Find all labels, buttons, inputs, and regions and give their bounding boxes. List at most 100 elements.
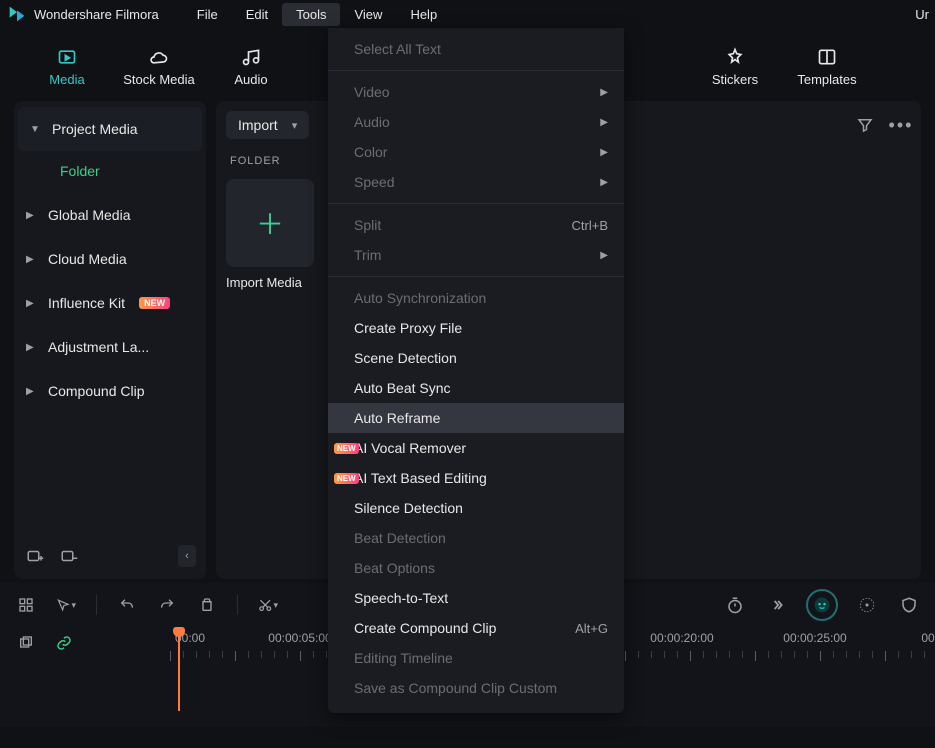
sidebar-item-project-media[interactable]: ▼ Project Media bbox=[18, 107, 202, 151]
sidebar-collapse-button[interactable]: ‹ bbox=[178, 545, 196, 567]
expand-icon[interactable] bbox=[767, 595, 787, 615]
menu-item-speech-to-text[interactable]: Speech-to-Text bbox=[328, 583, 624, 613]
redo-icon[interactable] bbox=[157, 595, 177, 615]
chevron-right-icon: ▶ bbox=[600, 87, 608, 98]
menu-item-label: Auto Reframe bbox=[354, 410, 440, 426]
chevron-right-icon: ▶ bbox=[600, 250, 608, 261]
menu-item-label: Audio bbox=[354, 114, 390, 130]
menu-item-ai-text-based-editing[interactable]: NEWAI Text Based Editing bbox=[328, 463, 624, 493]
menu-item-scene-detection[interactable]: Scene Detection bbox=[328, 343, 624, 373]
menu-item-label: Speed bbox=[354, 174, 394, 190]
menu-item-select-all-text: Select All Text bbox=[328, 34, 624, 64]
new-badge: NEW bbox=[139, 297, 170, 309]
sidebar-subitem-folder[interactable]: Folder bbox=[14, 153, 206, 193]
menu-item-beat-options: Beat Options bbox=[328, 553, 624, 583]
import-media-tile[interactable]: ＋ bbox=[226, 179, 314, 267]
menu-view[interactable]: View bbox=[340, 3, 396, 26]
sidebar-item-label: Cloud Media bbox=[48, 251, 127, 267]
menu-item-auto-beat-sync[interactable]: Auto Beat Sync bbox=[328, 373, 624, 403]
plus-icon: ＋ bbox=[256, 203, 284, 243]
menu-item-silence-detection[interactable]: Silence Detection bbox=[328, 493, 624, 523]
sidebar: ▼ Project Media Folder ▶ Global Media ▶ Cloud … bbox=[14, 101, 206, 579]
ruler-label: 00:00:25:00 bbox=[783, 631, 846, 645]
chevron-right-icon: ▶ bbox=[26, 210, 38, 221]
ruler-label: 00 bbox=[921, 631, 934, 645]
menu-item-ai-vocal-remover[interactable]: NEWAI Vocal Remover bbox=[328, 433, 624, 463]
menu-item-editing-timeline: Editing Timeline bbox=[328, 643, 624, 673]
chevron-right-icon: ▶ bbox=[26, 254, 38, 265]
menu-item-video: Video ▶ bbox=[328, 77, 624, 107]
sidebar-item-cloud-media[interactable]: ▶ Cloud Media bbox=[14, 237, 206, 281]
sidebar-item-compound-clip[interactable]: ▶Compound Clip bbox=[14, 369, 206, 413]
menu-item-auto-reframe[interactable]: Auto Reframe bbox=[328, 403, 624, 433]
new-badge: NEW bbox=[334, 443, 359, 454]
stickers-icon bbox=[722, 46, 748, 68]
menu-item-label: Video bbox=[354, 84, 390, 100]
ruler-label: 00:00:05:00 bbox=[268, 631, 331, 645]
menu-item-label: Auto Synchronization bbox=[354, 290, 486, 306]
delete-icon[interactable] bbox=[197, 595, 217, 615]
tooltab-audio[interactable]: Audio bbox=[214, 40, 288, 93]
sidebar-item-adjustment-la-[interactable]: ▶Adjustment La... bbox=[14, 325, 206, 369]
sidebar-item-label: Global Media bbox=[48, 207, 131, 223]
menu-item-label: AI Text Based Editing bbox=[354, 470, 487, 486]
menu-item-trim: Trim▶ bbox=[328, 240, 624, 270]
tooltab-templates[interactable]: Templates bbox=[790, 40, 864, 93]
templates-icon bbox=[814, 46, 840, 68]
chevron-right-icon: ▶ bbox=[600, 177, 608, 188]
menu-item-label: Speech-to-Text bbox=[354, 590, 448, 606]
sidebar-bottom: ‹ bbox=[14, 537, 206, 575]
menu-tools[interactable]: Tools bbox=[282, 3, 340, 26]
chevron-down-icon: ▾ bbox=[292, 119, 298, 132]
ai-assistant-icon[interactable] bbox=[809, 592, 835, 618]
toolbar-divider bbox=[237, 595, 238, 615]
menu-item-auto-synchronization: Auto Synchronization bbox=[328, 283, 624, 313]
menu-item-label: Scene Detection bbox=[354, 350, 457, 366]
tooltab-label: Audio bbox=[234, 72, 267, 87]
menu-item-label: Split bbox=[354, 217, 381, 233]
tooltab-stock-media[interactable]: Stock Media bbox=[122, 40, 196, 93]
menu-item-label: Editing Timeline bbox=[354, 650, 453, 666]
sidebar-item-label: Project Media bbox=[52, 121, 138, 137]
menu-help[interactable]: Help bbox=[396, 3, 451, 26]
menu-bar: FileEditToolsViewHelp bbox=[183, 3, 451, 26]
app-name: Wondershare Filmora bbox=[34, 7, 159, 22]
add-folder-icon[interactable] bbox=[24, 545, 46, 567]
chevron-right-icon: ▶ bbox=[26, 386, 38, 397]
sidebar-item-global-media[interactable]: ▶ Global Media bbox=[14, 193, 206, 237]
sidebar-item-label: Adjustment La... bbox=[48, 339, 149, 355]
menu-item-label: Beat Detection bbox=[354, 530, 446, 546]
menu-item-speed: Speed ▶ bbox=[328, 167, 624, 197]
menu-item-create-compound-clip[interactable]: Create Compound ClipAlt+G bbox=[328, 613, 624, 643]
menu-item-create-proxy-file[interactable]: Create Proxy File bbox=[328, 313, 624, 343]
chevron-right-icon: ▶ bbox=[26, 298, 38, 309]
tooltab-label: Stickers bbox=[712, 72, 758, 87]
grid-view-icon[interactable] bbox=[16, 595, 36, 615]
media-icon bbox=[54, 46, 80, 68]
menu-shortcut: Ctrl+B bbox=[572, 218, 608, 233]
menu-item-label: Create Compound Clip bbox=[354, 620, 496, 636]
shield-icon[interactable] bbox=[899, 595, 919, 615]
playhead[interactable] bbox=[178, 629, 180, 711]
tooltab-media[interactable]: Media bbox=[30, 40, 104, 93]
delete-folder-icon[interactable] bbox=[58, 545, 80, 567]
chevron-down-icon: ▼ bbox=[30, 124, 42, 135]
cloud-icon bbox=[146, 46, 172, 68]
filter-icon[interactable] bbox=[855, 115, 875, 135]
menu-item-label: Color bbox=[354, 144, 387, 160]
import-button[interactable]: Import ▾ bbox=[226, 111, 309, 139]
import-button-label: Import bbox=[238, 117, 278, 133]
menu-edit[interactable]: Edit bbox=[232, 3, 282, 26]
tooltab-stickers[interactable]: Stickers bbox=[698, 40, 772, 93]
more-icon[interactable]: ••• bbox=[891, 115, 911, 135]
pointer-icon[interactable]: ▾ bbox=[56, 595, 76, 615]
stopwatch-icon[interactable] bbox=[725, 595, 745, 615]
settings-dots-icon[interactable] bbox=[857, 595, 877, 615]
undo-icon[interactable] bbox=[117, 595, 137, 615]
menu-divider bbox=[328, 70, 624, 71]
cut-icon[interactable]: ▾ bbox=[258, 595, 278, 615]
menu-item-label: Beat Options bbox=[354, 560, 435, 576]
menu-file[interactable]: File bbox=[183, 3, 232, 26]
sidebar-item-influence-kit[interactable]: ▶Influence KitNEW bbox=[14, 281, 206, 325]
menu-item-label: Select All Text bbox=[354, 41, 441, 57]
